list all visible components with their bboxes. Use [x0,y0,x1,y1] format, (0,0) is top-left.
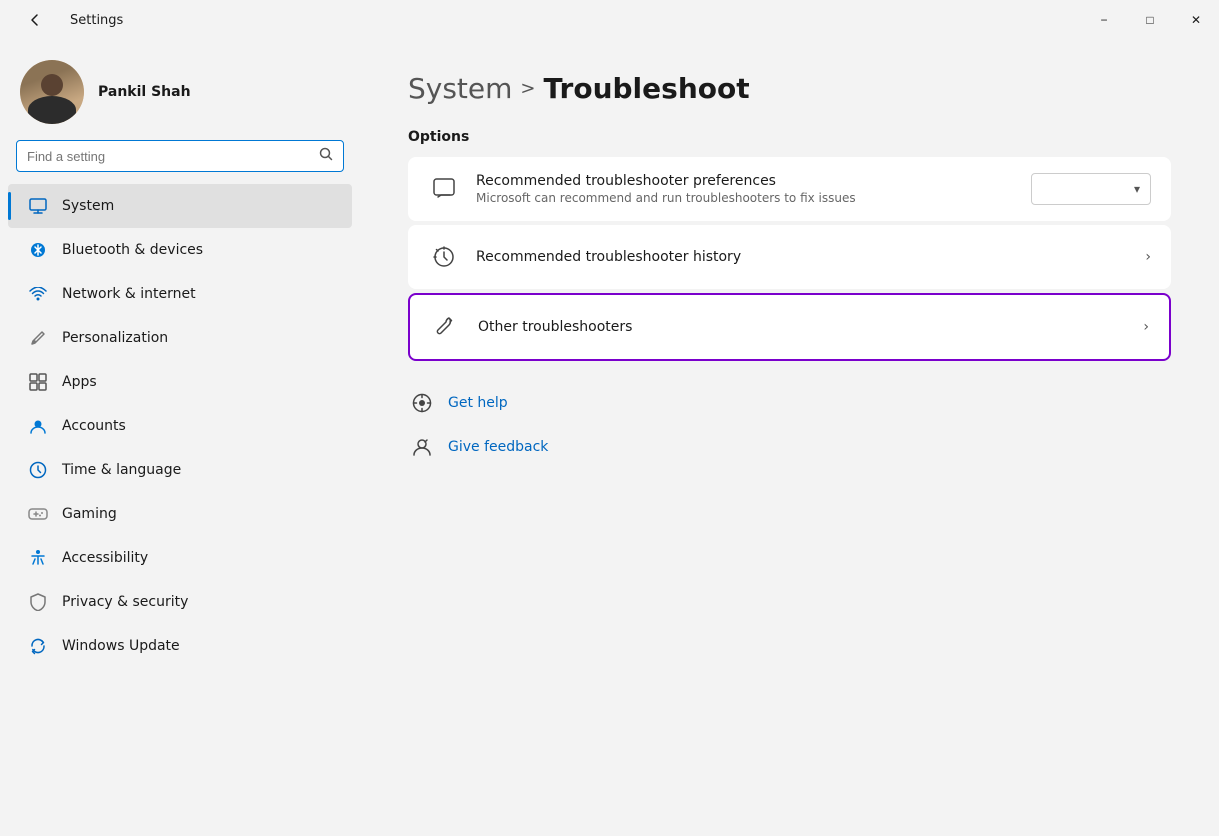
system-icon [28,196,48,216]
option-title-other: Other troubleshooters [478,319,1127,335]
titlebar-left: Settings [12,0,123,40]
window-controls: − □ ✕ [1081,0,1219,40]
breadcrumb-current: Troubleshoot [544,72,750,105]
sidebar-label-bluetooth: Bluetooth & devices [62,242,203,258]
get-help-icon [408,389,436,417]
option-desc-recommended-prefs: Microsoft can recommend and run troubles… [476,191,1015,205]
sidebar-item-accessibility[interactable]: Accessibility [8,536,352,580]
accounts-icon [28,416,48,436]
option-right-prefs: ▾ [1031,173,1151,205]
accessibility-icon [28,548,48,568]
privacy-icon [28,592,48,612]
user-name: Pankil Shah [98,84,191,100]
minimize-button[interactable]: − [1081,0,1127,40]
option-title-recommended-prefs: Recommended troubleshooter preferences [476,173,1015,189]
get-help-link[interactable]: Get help [408,385,1171,421]
sidebar-item-time[interactable]: Time & language [8,448,352,492]
option-other-troubleshooters[interactable]: Other troubleshooters › [408,293,1171,361]
app-container: Pankil Shah [0,40,1219,836]
sidebar: Pankil Shah [0,40,360,836]
wrench-icon [430,311,462,343]
search-input[interactable] [27,149,311,164]
sidebar-item-personalization[interactable]: Personalization [8,316,352,360]
titlebar: Settings − □ ✕ [0,0,1219,40]
sidebar-label-system: System [62,198,114,214]
history-icon [428,241,460,273]
time-icon [28,460,48,480]
dropdown-button[interactable]: ▾ [1031,173,1151,205]
sidebar-item-gaming[interactable]: Gaming [8,492,352,536]
close-button[interactable]: ✕ [1173,0,1219,40]
give-feedback-link[interactable]: Give feedback [408,429,1171,465]
apps-icon [28,372,48,392]
chevron-right-icon: › [1145,249,1151,265]
option-recommended-prefs[interactable]: Recommended troubleshooter preferences M… [408,157,1171,221]
update-icon [28,636,48,656]
sidebar-label-gaming: Gaming [62,506,117,522]
chevron-down-icon: ▾ [1134,182,1140,196]
sidebar-label-update: Windows Update [62,638,180,654]
network-icon [28,284,48,304]
maximize-button[interactable]: □ [1127,0,1173,40]
search-box[interactable] [16,140,344,172]
breadcrumb-parent: System [408,72,512,105]
sidebar-item-update[interactable]: Windows Update [8,624,352,668]
option-recommended-history[interactable]: Recommended troubleshooter history › [408,225,1171,289]
sidebar-item-network[interactable]: Network & internet [8,272,352,316]
bluetooth-icon [28,240,48,260]
options-list: Recommended troubleshooter preferences M… [408,157,1171,361]
option-text-recommended-prefs: Recommended troubleshooter preferences M… [476,173,1015,205]
personalization-icon [28,328,48,348]
back-button[interactable] [12,0,58,40]
sidebar-label-network: Network & internet [62,286,196,302]
give-feedback-text: Give feedback [448,439,548,455]
chat-icon [428,173,460,205]
give-feedback-icon [408,433,436,461]
sidebar-item-apps[interactable]: Apps [8,360,352,404]
sidebar-label-accessibility: Accessibility [62,550,148,566]
sidebar-label-apps: Apps [62,374,97,390]
chevron-right-icon-other: › [1143,319,1149,335]
sidebar-item-privacy[interactable]: Privacy & security [8,580,352,624]
sidebar-item-bluetooth[interactable]: Bluetooth & devices [8,228,352,272]
section-title: Options [408,129,1171,145]
sidebar-label-privacy: Privacy & security [62,594,188,610]
sidebar-label-time: Time & language [62,462,181,478]
search-icon [319,147,333,165]
option-right-history: › [1145,249,1151,265]
option-right-other: › [1143,319,1149,335]
gaming-icon [28,504,48,524]
sidebar-label-accounts: Accounts [62,418,126,434]
avatar-image [20,60,84,124]
get-help-text: Get help [448,395,508,411]
option-title-history: Recommended troubleshooter history [476,249,1129,265]
main-content: System > Troubleshoot Options Recommende… [360,40,1219,836]
avatar [20,60,84,124]
window-title: Settings [70,13,123,28]
option-text-other: Other troubleshooters [478,319,1127,335]
search-container [0,140,360,184]
help-links: Get help Give feedback [408,385,1171,465]
sidebar-item-system[interactable]: System [8,184,352,228]
breadcrumb: System > Troubleshoot [408,72,1171,105]
sidebar-item-accounts[interactable]: Accounts [8,404,352,448]
user-profile[interactable]: Pankil Shah [0,40,360,140]
option-text-history: Recommended troubleshooter history [476,249,1129,265]
sidebar-label-personalization: Personalization [62,330,168,346]
breadcrumb-separator: > [520,78,535,99]
